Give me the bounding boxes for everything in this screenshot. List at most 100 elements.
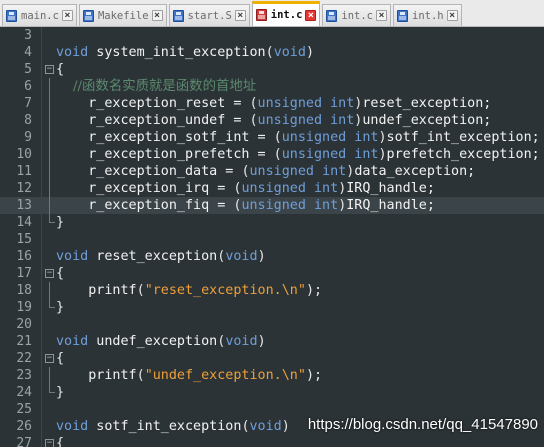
code-line[interactable]: 11 r_exception_data = (unsigned int)data… (0, 163, 544, 180)
code-token: { (56, 436, 65, 447)
code-token: ( (136, 283, 145, 298)
code-line[interactable]: 27 −{ (0, 435, 544, 447)
code-text: printf("reset_exception.\n"); (56, 282, 322, 299)
code-token: printf (56, 368, 137, 383)
code-token: unsigned (257, 113, 323, 128)
code-text: r_exception_prefetch = (unsigned int)pre… (56, 146, 540, 163)
code-token: ( (241, 164, 250, 179)
code-line[interactable]: 16 void reset_exception(void) (0, 248, 544, 265)
code-text: //函数名实质就是函数的首地址 (56, 78, 256, 95)
code-token: system_init_exception (88, 45, 266, 60)
fold-toggle-icon[interactable]: − (45, 439, 54, 447)
tab-int-h[interactable]: int.h × (393, 4, 462, 26)
close-tab-icon[interactable]: × (376, 10, 387, 21)
code-token: } (56, 385, 65, 400)
code-line[interactable]: 17 −{ (0, 265, 544, 282)
tab-start-s[interactable]: start.S × (168, 4, 250, 26)
code-token: //函数名实质就是函数的首地址 (56, 79, 257, 94)
code-text: void system_init_exception(void) (56, 44, 314, 61)
code-line[interactable]: 7 r_exception_reset = (unsigned int)rese… (0, 95, 544, 112)
code-token: sotf_int_exception (88, 419, 242, 434)
line-number: 21 (16, 334, 32, 349)
tab-main-c[interactable]: main.c × (2, 4, 77, 26)
code-line[interactable]: 3 (0, 27, 544, 44)
line-number: 20 (16, 317, 32, 332)
line-number: 26 (16, 419, 32, 434)
code-text: void reset_exception(void) (56, 248, 266, 265)
close-tab-icon[interactable]: × (151, 10, 163, 21)
code-text: r_exception_fiq = (unsigned int)IRQ_hand… (56, 197, 435, 214)
code-text: r_exception_data = (unsigned int)data_ex… (56, 163, 475, 180)
code-token: ( (136, 368, 145, 383)
code-token: ( (249, 96, 258, 111)
fold-guide (49, 163, 50, 180)
line-number: 16 (16, 249, 32, 264)
code-token: r_exception_fiq = (56, 198, 234, 213)
code-token: void (225, 334, 258, 349)
code-token: void (225, 249, 258, 264)
fold-toggle-icon[interactable]: − (45, 354, 54, 363)
code-text: } (56, 384, 64, 401)
code-line[interactable]: 18 printf("reset_exception.\n"); (0, 282, 544, 299)
tab-makefile[interactable]: Makefile × (78, 4, 167, 26)
code-line[interactable]: 13 r_exception_fiq = (unsigned int)IRQ_h… (0, 197, 544, 214)
fold-guide (49, 180, 50, 197)
code-line[interactable]: 8 r_exception_undef = (unsigned int)unde… (0, 112, 544, 129)
code-line[interactable]: 24} (0, 384, 544, 401)
line-number: 18 (16, 283, 32, 298)
saved-file-icon (326, 9, 338, 22)
code-token: ) (257, 249, 266, 264)
fold-toggle-icon[interactable]: − (45, 269, 54, 278)
line-number: 14 (16, 215, 32, 230)
code-token: unsigned (241, 181, 306, 196)
code-token: int (330, 96, 355, 111)
code-text: { (56, 265, 64, 282)
code-text: void sotf_int_exception(void) (56, 418, 290, 435)
code-text: r_exception_sotf_int = (unsigned int)sot… (56, 129, 540, 146)
code-line[interactable]: 5 −{ (0, 61, 544, 78)
fold-guide (49, 112, 50, 129)
code-line[interactable]: 20 (0, 316, 544, 333)
tab-int-c[interactable]: int.c × (322, 4, 391, 26)
code-token: int (354, 130, 379, 145)
code-token: void (56, 419, 89, 434)
code-line[interactable]: 4 void system_init_exception(void) (0, 44, 544, 61)
tab-label: int.c (341, 9, 373, 22)
code-token: r_exception_irq = (56, 181, 234, 196)
code-line[interactable]: 12 r_exception_irq = (unsigned int)IRQ_h… (0, 180, 544, 197)
code-token: { (56, 351, 65, 366)
code-line[interactable]: 6 //函数名实质就是函数的首地址 (0, 78, 544, 95)
tab-label: main.c (21, 9, 59, 22)
close-tab-icon[interactable]: × (61, 10, 73, 21)
code-token: ) (281, 419, 290, 434)
tab-bar: main.c × Makefile × start.S × int.c × int.c × int.… (0, 0, 544, 27)
line-number: 5 (24, 62, 32, 77)
code-line[interactable]: 19} (0, 299, 544, 316)
code-token: int (322, 164, 347, 179)
fold-guide (49, 146, 50, 163)
close-tab-icon[interactable]: × (305, 9, 317, 21)
close-tab-icon[interactable]: × (234, 10, 246, 21)
code-token: ( (273, 147, 282, 162)
code-line[interactable]: 14} (0, 214, 544, 231)
code-line[interactable]: 10 r_exception_prefetch = (unsigned int)… (0, 146, 544, 163)
close-tab-icon[interactable]: × (446, 10, 458, 21)
code-line[interactable]: 9 r_exception_sotf_int = (unsigned int)s… (0, 129, 544, 146)
code-line[interactable]: 15 (0, 231, 544, 248)
code-editor[interactable]: 3 4 void system_init_exception(void) 5−{6 /… (0, 27, 544, 447)
saved-file-icon (6, 9, 17, 22)
code-token: void (56, 334, 89, 349)
code-token: { (56, 62, 65, 77)
line-number: 19 (16, 300, 32, 315)
code-token: r_exception_prefetch = (56, 147, 274, 162)
fold-toggle-icon[interactable]: − (45, 65, 54, 74)
code-line[interactable]: 22 −{ (0, 350, 544, 367)
tab-int-c[interactable]: int.c × (251, 1, 321, 26)
code-token: } (56, 300, 65, 315)
code-token: ) (257, 334, 266, 349)
code-line[interactable]: 23 printf("undef_exception.\n"); (0, 367, 544, 384)
code-line[interactable]: 21 void undef_exception(void) (0, 333, 544, 350)
code-text: { (56, 350, 64, 367)
code-token: ) (378, 147, 387, 162)
